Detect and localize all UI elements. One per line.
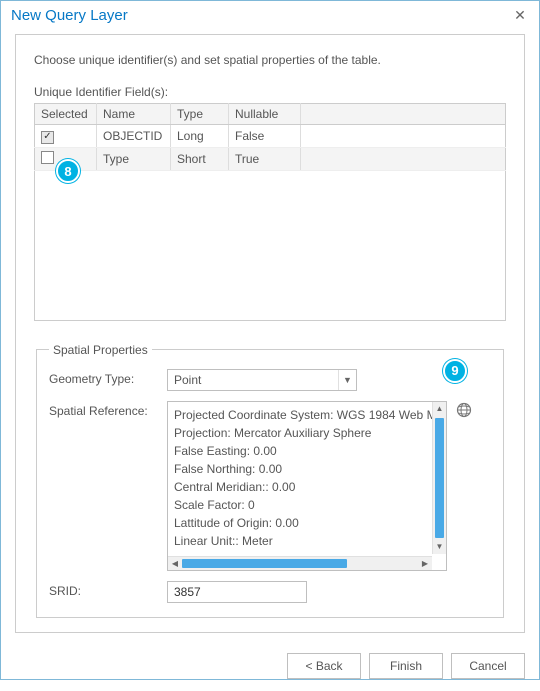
col-name[interactable]: Name xyxy=(97,104,171,125)
unique-identifier-label: Unique Identifier Field(s): xyxy=(34,85,506,99)
dialog-new-query-layer: New Query Layer ✕ Choose unique identifi… xyxy=(0,0,540,680)
close-icon[interactable]: ✕ xyxy=(511,7,529,24)
col-spacer xyxy=(301,104,506,125)
scroll-thumb[interactable] xyxy=(435,418,444,538)
titlebar: New Query Layer ✕ xyxy=(1,1,539,28)
spatial-reference-text: Projected Coordinate System: WGS 1984 We… xyxy=(168,402,446,556)
sr-line: Projection: Mercator Auxiliary Sphere xyxy=(174,424,440,442)
chevron-down-icon[interactable]: ▼ xyxy=(338,370,356,390)
sr-line: False Easting: 0.00 xyxy=(174,442,440,460)
cancel-button[interactable]: Cancel xyxy=(451,653,525,679)
globe-icon[interactable] xyxy=(455,401,473,419)
table-row[interactable]: ✓ OBJECTID Long False xyxy=(35,125,506,148)
cell-type: Short xyxy=(171,147,229,170)
spatial-legend: Spatial Properties xyxy=(49,343,152,357)
checkbox-row-1[interactable] xyxy=(41,151,54,164)
col-type[interactable]: Type xyxy=(171,104,229,125)
cell-name: Type xyxy=(97,147,171,170)
unique-identifier-table: Selected Name Type Nullable ✓ OBJECTID L… xyxy=(34,103,506,171)
content-panel: Choose unique identifier(s) and set spat… xyxy=(15,34,525,633)
instruction-text: Choose unique identifier(s) and set spat… xyxy=(34,53,506,67)
sr-line: False Northing: 0.00 xyxy=(174,460,440,478)
back-button[interactable]: < Back xyxy=(287,653,361,679)
srid-label: SRID: xyxy=(49,581,167,598)
sr-line: Projected Coordinate System: WGS 1984 We… xyxy=(174,406,440,424)
cell-type: Long xyxy=(171,125,229,148)
horizontal-scrollbar[interactable]: ◀ ▶ xyxy=(168,556,432,570)
sr-line: Scale Factor: 0 xyxy=(174,496,440,514)
cell-nullable: False xyxy=(229,125,301,148)
cell-nullable: True xyxy=(229,147,301,170)
scroll-right-icon[interactable]: ▶ xyxy=(418,559,432,568)
scroll-left-icon[interactable]: ◀ xyxy=(168,559,182,568)
table-row[interactable]: Type Short True xyxy=(35,147,506,170)
dialog-title: New Query Layer xyxy=(11,7,128,24)
spatial-properties-group: Spatial Properties Geometry Type: Point … xyxy=(36,343,504,618)
col-selected[interactable]: Selected xyxy=(35,104,97,125)
table-empty-area xyxy=(34,171,506,321)
vertical-scrollbar[interactable]: ▲ ▼ xyxy=(432,402,446,554)
geometry-type-label: Geometry Type: xyxy=(49,369,167,386)
callout-9: 9 xyxy=(443,359,467,383)
scroll-up-icon[interactable]: ▲ xyxy=(433,402,446,416)
scroll-thumb[interactable] xyxy=(182,559,347,568)
sr-line: Central Meridian:: 0.00 xyxy=(174,478,440,496)
callout-8: 8 xyxy=(56,159,80,183)
dialog-buttons: < Back Finish Cancel xyxy=(1,643,539,691)
srid-input[interactable] xyxy=(167,581,307,603)
sr-line: Lattitude of Origin: 0.00 xyxy=(174,514,440,532)
geometry-type-value: Point xyxy=(168,373,338,387)
geometry-type-combo[interactable]: Point ▼ xyxy=(167,369,357,391)
col-nullable[interactable]: Nullable xyxy=(229,104,301,125)
spatial-reference-label: Spatial Reference: xyxy=(49,401,167,418)
table-header-row: Selected Name Type Nullable xyxy=(35,104,506,125)
spatial-reference-box[interactable]: Projected Coordinate System: WGS 1984 We… xyxy=(167,401,447,571)
checkbox-row-0[interactable]: ✓ xyxy=(41,131,54,144)
scroll-down-icon[interactable]: ▼ xyxy=(433,540,446,554)
sr-line: Linear Unit:: Meter xyxy=(174,532,440,550)
finish-button[interactable]: Finish xyxy=(369,653,443,679)
cell-name: OBJECTID xyxy=(97,125,171,148)
